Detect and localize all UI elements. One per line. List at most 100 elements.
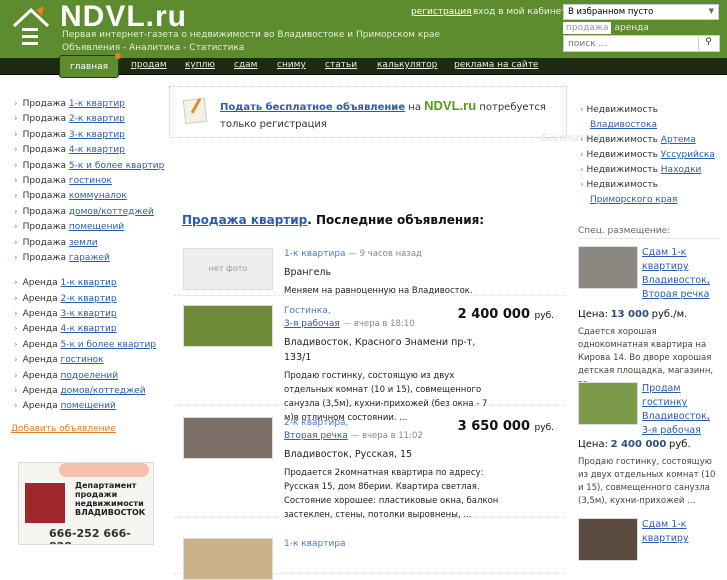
sidebar-item-sale: Продажа 2-к квартир	[14, 114, 166, 129]
city-link[interactable]: Уссурийска	[661, 150, 715, 160]
sidebar-link[interactable]: помещений	[69, 222, 124, 232]
nav-rent-out[interactable]: сдам	[234, 60, 257, 70]
special-title[interactable]: Сдам 1-к квартиру	[642, 519, 689, 544]
listing-description: Продается 2комнатная квартира по адресу:…	[284, 468, 499, 520]
price-unit: руб.	[669, 439, 691, 450]
tab-sale[interactable]: продажа	[563, 22, 612, 34]
special-photo[interactable]	[578, 246, 638, 289]
special-photo[interactable]	[578, 518, 638, 561]
price-value: 13 000	[610, 309, 649, 320]
sidebar-link[interactable]: 5-к и более квартир	[69, 161, 165, 171]
listing-time: — вчера в 11:02	[350, 431, 423, 441]
site-logo[interactable]: NDVL.ru	[60, 0, 187, 34]
search-icon[interactable]: ⚲	[698, 37, 718, 50]
sidebar-link[interactable]: подоелений	[61, 371, 119, 381]
price-currency: руб.	[534, 423, 554, 433]
sidebar-link[interactable]: 4-к квартир	[69, 145, 125, 155]
nav-buy[interactable]: куплю	[185, 60, 215, 70]
sidebar-link[interactable]: гаражей	[69, 253, 110, 263]
favorites-value: В избранном пусто	[568, 7, 654, 17]
price-unit: руб./м.	[651, 309, 688, 320]
sidebar-link[interactable]: гостинок	[61, 355, 104, 365]
city-link[interactable]: Находки	[661, 165, 702, 175]
sidebar-link[interactable]: домов/коттеджей	[69, 207, 154, 217]
listing-title[interactable]: 1-к квартира	[284, 249, 346, 259]
nav-sell[interactable]: продам	[131, 60, 167, 70]
add-listing-link[interactable]: Добавить объявление	[11, 424, 116, 434]
sidebar-prefix: Продажа	[22, 222, 66, 233]
sidebar-prefix: Продажа	[22, 206, 66, 217]
nav-home-label: главная	[69, 62, 109, 72]
sidebar-link[interactable]: земли	[69, 238, 98, 248]
login-link[interactable]: вход в мой кабинет	[473, 7, 566, 17]
free-ad-link[interactable]: Подать бесплатное объявление	[220, 102, 405, 113]
ndvl-mini-logo: NDVL.ru	[424, 98, 477, 113]
favorites-select[interactable]: В избранном пусто ▼	[563, 4, 719, 20]
sidebar-link[interactable]: 1-к квартир	[61, 278, 117, 288]
sidebar-item-sale: Продажа помещений	[14, 222, 166, 237]
sidebar-link[interactable]: домов/коттеджей	[61, 386, 146, 396]
sidebar-item-sale: Продажа 4-к квартир	[14, 145, 166, 160]
banner-phones: 666-252 666-828	[49, 527, 131, 544]
search-tabs: продажа аренда	[563, 22, 652, 34]
nav-ads[interactable]: реклама на сайте	[454, 60, 538, 70]
special-price: Цена: 2 400 000 руб.	[578, 438, 720, 452]
sidebar-link[interactable]: коммуналок	[69, 191, 127, 201]
sidebar-prefix: Продажа	[22, 191, 66, 202]
sidebar-link[interactable]: 3-к квартир	[69, 130, 125, 140]
notepad-icon	[182, 97, 208, 125]
city-prefix: Недвижимость	[586, 180, 658, 190]
sidebar-item-rent: Аренда помещений	[14, 401, 166, 416]
listing-address: Владивосток, Русская, 15	[284, 449, 413, 460]
sidebar-link[interactable]: помещений	[61, 401, 116, 411]
listing-address: Владивосток, Красного Знамени пр-т, 133/…	[284, 337, 476, 363]
sidebar-link[interactable]: 2-к квартир	[61, 294, 117, 304]
sidebar-item-rent: Аренда 1-к квартир	[14, 278, 166, 293]
sidebar-link[interactable]: 5-к и более квартир	[61, 340, 157, 350]
listing-photo[interactable]	[183, 538, 273, 580]
special-title[interactable]: Продам гостинку Владивосток, 3-я рабочая	[642, 383, 710, 436]
listing-photo[interactable]	[183, 417, 273, 459]
sidebar-prefix: Продажа	[22, 99, 66, 109]
no-photo-placeholder[interactable]: нет фото	[183, 248, 273, 290]
city-item: Недвижимость Владивостока	[580, 103, 720, 133]
special-photo[interactable]	[578, 382, 638, 425]
sidebar-link[interactable]: 2-к квартир	[69, 114, 125, 124]
special-title[interactable]: Сдам 1-к квартиру Владивосток, Вторая ре…	[642, 247, 710, 300]
search-input[interactable]	[564, 36, 694, 51]
section-link[interactable]: Продажа квартир	[182, 213, 307, 227]
register-link[interactable]: регистрация	[411, 7, 472, 17]
city-link[interactable]: Владивостока	[590, 120, 657, 130]
price-value: 2 400 000	[610, 439, 667, 450]
agency-banner[interactable]: Департамент продажи недвижимости ВЛАДИВО…	[18, 462, 154, 545]
listing-address: Врангель	[284, 267, 332, 278]
building-logo-icon	[25, 483, 65, 523]
nav-rent[interactable]: сниму	[277, 60, 306, 70]
listing-district[interactable]: Вторая речка	[284, 431, 348, 441]
listing-title[interactable]: Гостинка,	[284, 306, 331, 316]
city-item: Недвижимость Артема	[580, 133, 720, 148]
listing-photo[interactable]	[183, 305, 273, 347]
sidebar-prefix: Аренда	[22, 386, 58, 397]
city-link[interactable]: Приморского края	[590, 195, 677, 205]
sidebar-link[interactable]: 4-к квартир	[61, 324, 117, 334]
listing-title[interactable]: 2-к квартира,	[284, 418, 348, 428]
listing-title[interactable]: 1-к квартира	[284, 539, 346, 549]
nav-articles[interactable]: статьи	[325, 60, 357, 70]
sidebar-link[interactable]: гостинок	[69, 176, 112, 186]
special-item: Сдам 1-к квартиру	[578, 518, 720, 561]
list-gap	[14, 268, 166, 278]
tab-rent[interactable]: аренда	[611, 22, 651, 34]
nav-home[interactable]: главная	[59, 53, 121, 78]
city-link[interactable]: Артема	[661, 135, 696, 145]
special-description: Продаю гостинку, состоящую из двух отдел…	[578, 457, 716, 506]
listing-district[interactable]: 3-я рабочая	[284, 319, 340, 329]
city-prefix: Недвижимость	[586, 165, 658, 175]
left-sidebar: Продажа 1-к квартирПродажа 2-к квартирПр…	[14, 99, 166, 417]
sidebar-prefix: Аренда	[22, 309, 58, 320]
sidebar-link[interactable]: 3-к квартир	[61, 309, 117, 319]
sidebar-link[interactable]: 1-к квартир	[69, 99, 125, 109]
sidebar-prefix: Аренда	[22, 278, 58, 289]
sidebar-prefix: Продажа	[22, 129, 66, 140]
nav-calculator[interactable]: калькулятор	[377, 60, 437, 70]
